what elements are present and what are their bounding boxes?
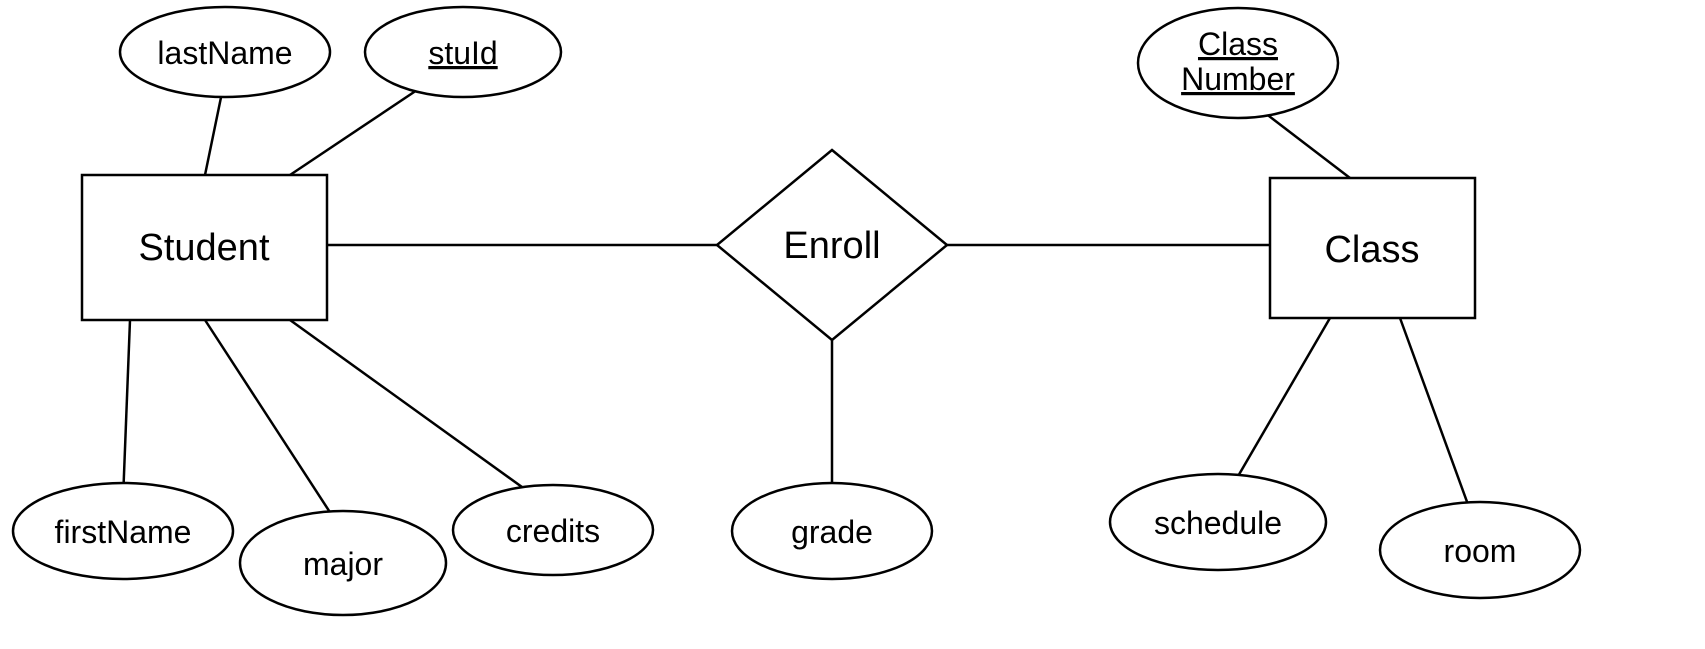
line-student-credits bbox=[290, 320, 540, 500]
attribute-schedule-label: schedule bbox=[1154, 505, 1282, 541]
er-diagram: Student Class Enroll lastName stuId firs… bbox=[0, 0, 1705, 649]
attribute-lastname: lastName bbox=[120, 7, 330, 97]
attribute-room: room bbox=[1380, 502, 1580, 598]
relationship-enroll: Enroll bbox=[717, 150, 947, 340]
attribute-stuid: stuId bbox=[365, 7, 561, 97]
attribute-classnumber-label-line2: Number bbox=[1181, 61, 1295, 97]
attribute-room-label: room bbox=[1444, 533, 1517, 569]
attribute-firstname: firstName bbox=[13, 483, 233, 579]
entity-class: Class bbox=[1270, 178, 1475, 318]
attribute-schedule: schedule bbox=[1110, 474, 1326, 570]
attribute-major-label: major bbox=[303, 546, 383, 582]
line-student-major bbox=[205, 320, 335, 520]
entity-class-label: Class bbox=[1324, 229, 1419, 271]
relationship-enroll-label: Enroll bbox=[783, 225, 880, 267]
line-student-firstname bbox=[123, 320, 130, 500]
line-class-schedule bbox=[1230, 318, 1330, 490]
entity-student-label: Student bbox=[139, 227, 270, 269]
attribute-credits-label: credits bbox=[506, 513, 600, 549]
attribute-stuid-label: stuId bbox=[428, 35, 497, 71]
entity-student: Student bbox=[82, 175, 327, 320]
attribute-classnumber: Class Number bbox=[1138, 8, 1338, 118]
attribute-firstname-label: firstName bbox=[55, 514, 192, 550]
line-class-room bbox=[1400, 318, 1470, 510]
attribute-lastname-label: lastName bbox=[157, 35, 292, 71]
attribute-major: major bbox=[240, 511, 446, 615]
attribute-grade: grade bbox=[732, 483, 932, 579]
attribute-credits: credits bbox=[453, 485, 653, 575]
line-student-stuid bbox=[290, 78, 435, 175]
attribute-classnumber-label-line1: Class bbox=[1198, 26, 1278, 62]
attribute-grade-label: grade bbox=[791, 514, 873, 550]
